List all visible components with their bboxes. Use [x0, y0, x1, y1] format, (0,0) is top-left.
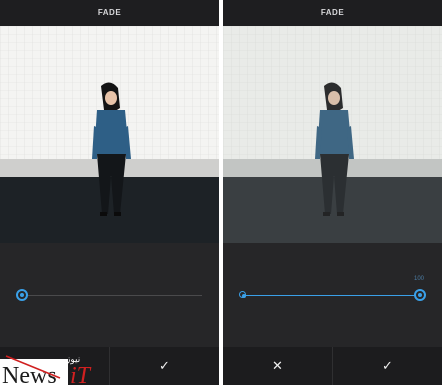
- svg-text:iT: iT: [70, 363, 92, 385]
- slider-track: [243, 295, 420, 296]
- comparison-stage: FADE ✓ News iT نیوز FADE 100 ✕ ✓: [0, 0, 442, 385]
- page-title: FADE: [320, 8, 345, 17]
- cancel-button[interactable]: ✕: [223, 347, 332, 385]
- slider-knob[interactable]: [16, 289, 28, 301]
- photo-preview-faded: [223, 26, 442, 243]
- svg-text:نیوز: نیوز: [65, 355, 80, 365]
- photo-preview: [0, 26, 219, 243]
- fade-editor-before: FADE ✓ News iT نیوز: [0, 0, 219, 385]
- close-icon: ✕: [272, 358, 283, 373]
- fade-editor-after: FADE 100 ✕ ✓: [223, 0, 442, 385]
- check-icon: ✓: [382, 358, 393, 373]
- fade-slider[interactable]: [0, 243, 219, 347]
- slider-knob[interactable]: [414, 289, 426, 301]
- slider-track: [22, 295, 202, 296]
- top-bar: FADE: [223, 0, 442, 26]
- fade-slider[interactable]: 100: [223, 243, 442, 347]
- done-button[interactable]: ✓: [110, 347, 219, 385]
- slider-start-marker: [239, 291, 246, 298]
- bottom-bar: ✕ ✓: [223, 347, 442, 385]
- top-bar: FADE: [0, 0, 219, 26]
- slider-value: 100: [414, 276, 425, 282]
- page-title: FADE: [97, 8, 122, 17]
- done-button[interactable]: ✓: [333, 347, 442, 385]
- check-icon: ✓: [159, 358, 170, 373]
- newsit-watermark-logo: News iT نیوز: [0, 350, 110, 385]
